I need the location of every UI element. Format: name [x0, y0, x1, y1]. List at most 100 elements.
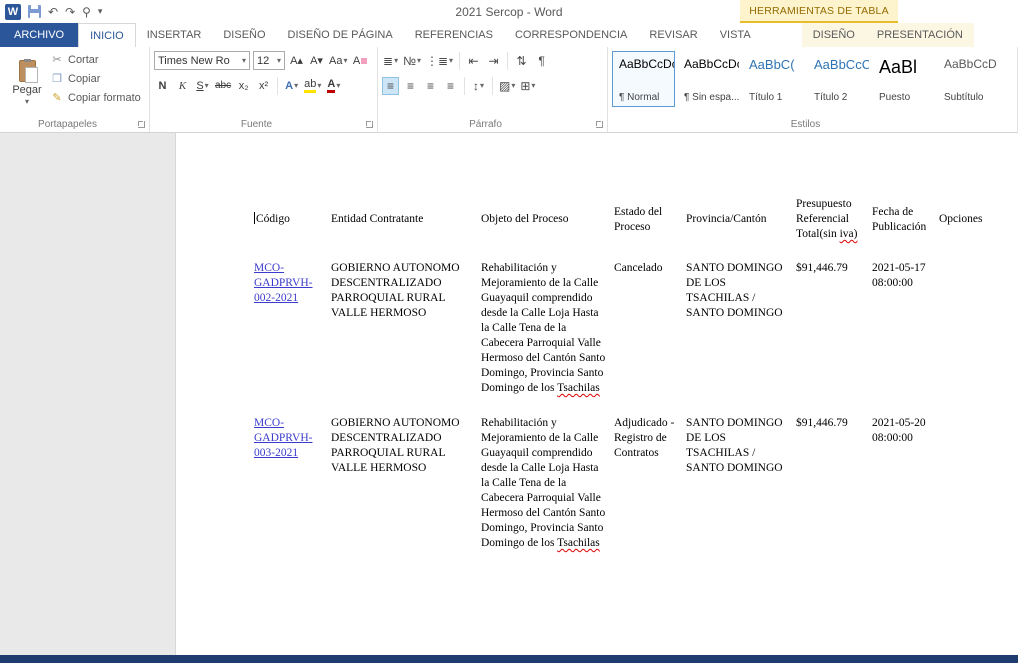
- bullets-button[interactable]: ≣▾: [382, 52, 399, 70]
- chevron-down-icon: ▾: [394, 57, 398, 65]
- text-effects-button[interactable]: A▾: [283, 77, 300, 95]
- entidad-cell: GOBIERNO AUTONOMO DESCENTRALIZADO PARROQ…: [331, 251, 481, 406]
- increase-indent-button[interactable]: ⇥: [485, 52, 502, 70]
- style-label: Título 2: [814, 92, 865, 103]
- tab-revisar[interactable]: REVISAR: [638, 23, 708, 47]
- bold-button[interactable]: N: [154, 77, 171, 95]
- underline-button[interactable]: S▾: [194, 77, 211, 95]
- fuente-dialog-launcher-icon[interactable]: [366, 121, 373, 128]
- codigo-link[interactable]: MCO-GADPRVH-002-2021: [254, 262, 313, 304]
- status-bar[interactable]: [0, 655, 1018, 663]
- ribbon: Pegar ▾ ✂ Cortar ❐ Copiar ✎ Copiar forma…: [0, 47, 1018, 133]
- clear-formatting-button[interactable]: A: [351, 52, 368, 70]
- tab-inicio[interactable]: INICIO: [78, 23, 136, 47]
- paste-dropdown-icon[interactable]: ▾: [25, 98, 29, 106]
- change-case-button[interactable]: Aa▾: [328, 52, 348, 70]
- style-puesto[interactable]: AaBl Puesto: [872, 51, 935, 107]
- style-normal[interactable]: AaBbCcDc ¶ Normal: [612, 51, 675, 107]
- estado-cell: Adjudicado - Registro de Contratos: [614, 406, 686, 561]
- style-label: Título 1: [749, 92, 800, 103]
- italic-icon: K: [179, 80, 186, 92]
- document-table-area: Código Entidad Contratante Objeto del Pr…: [254, 197, 991, 561]
- highlight-icon: ab: [304, 79, 316, 93]
- font-size-combobox[interactable]: 12 ▾: [253, 51, 285, 70]
- font-size-value: 12: [257, 55, 269, 67]
- borders-icon: ⊞: [520, 80, 530, 92]
- justify-icon: ≡: [447, 80, 454, 92]
- decrease-indent-button[interactable]: ⇤: [465, 52, 482, 70]
- group-parrafo: ≣▾ №▾ ⋮≣▾ ⇤ ⇥ ⇅ ¶ ≡ ≡ ≡ ≡ ↕▾ ▨▾ ⊞▾: [378, 47, 608, 132]
- chevron-down-icon: ▾: [417, 57, 421, 65]
- tab-insertar[interactable]: INSERTAR: [136, 23, 213, 47]
- tab-correspondencia[interactable]: CORRESPONDENCIA: [504, 23, 638, 47]
- multilevel-list-button[interactable]: ⋮≣▾: [425, 52, 454, 70]
- codigo-cell: MCO-GADPRVH-003-2021: [254, 406, 331, 561]
- word-logo-icon[interactable]: W: [5, 4, 21, 20]
- highlight-color-button[interactable]: ab▾: [303, 77, 322, 95]
- tab-diseno-de-pagina[interactable]: DISEÑO DE PÁGINA: [277, 23, 404, 47]
- sort-button[interactable]: ⇅: [513, 52, 530, 70]
- tab-diseno-tabla[interactable]: DISEÑO: [802, 23, 866, 47]
- undo-icon[interactable]: ↶: [48, 6, 58, 18]
- save-icon[interactable]: [28, 5, 41, 18]
- grow-font-button[interactable]: A▴: [288, 52, 305, 70]
- shading-button[interactable]: ▨▾: [498, 77, 516, 95]
- line-spacing-button[interactable]: ↕▾: [470, 77, 487, 95]
- style-titulo-2[interactable]: AaBbCcC Título 2: [807, 51, 870, 107]
- numbering-button[interactable]: №▾: [402, 52, 422, 70]
- show-paragraph-marks-button[interactable]: ¶: [533, 52, 550, 70]
- bold-icon: N: [159, 80, 167, 92]
- shrink-font-icon: A▾: [310, 54, 323, 67]
- format-painter-button[interactable]: ✎ Copiar formato: [50, 90, 141, 106]
- subscript-button[interactable]: x₂: [235, 77, 252, 95]
- justify-button[interactable]: ≡: [442, 77, 459, 95]
- tab-referencias[interactable]: REFERENCIAS: [404, 23, 504, 47]
- style-preview: AaBl: [879, 57, 930, 78]
- borders-button[interactable]: ⊞▾: [519, 77, 536, 95]
- increase-indent-icon: ⇥: [489, 55, 499, 67]
- pilcrow-icon: ¶: [538, 55, 544, 67]
- change-case-icon: Aa: [329, 55, 342, 67]
- chevron-down-icon: ▾: [242, 57, 246, 65]
- underline-icon: S: [196, 80, 203, 92]
- style-sin-espaciado[interactable]: AaBbCcDc ¶ Sin espa...: [677, 51, 740, 107]
- copy-label: Copiar: [68, 73, 100, 85]
- document-page[interactable]: Código Entidad Contratante Objeto del Pr…: [175, 133, 1018, 655]
- portapapeles-dialog-launcher-icon[interactable]: [138, 121, 145, 128]
- separator: [459, 52, 460, 70]
- align-center-button[interactable]: ≡: [402, 77, 419, 95]
- italic-button[interactable]: K: [174, 77, 191, 95]
- tab-diseno[interactable]: DISEÑO: [212, 23, 276, 47]
- tab-archivo[interactable]: ARCHIVO: [0, 23, 78, 47]
- font-color-button[interactable]: A▾: [325, 77, 342, 95]
- header-objeto: Objeto del Proceso: [481, 197, 614, 251]
- title-bar: W ↶ ↷ ⚲ ▾ 2021 Sercop - Word HERRAMIENTA…: [0, 0, 1018, 23]
- style-titulo-1[interactable]: AaBbC( Título 1: [742, 51, 805, 107]
- superscript-button[interactable]: x²: [255, 77, 272, 95]
- align-right-button[interactable]: ≡: [422, 77, 439, 95]
- header-fecha: Fecha de Publicación: [872, 197, 939, 251]
- redo-icon[interactable]: ↷: [65, 6, 75, 18]
- provincia-cell: SANTO DOMINGO DE LOS TSACHILAS / SANTO D…: [686, 251, 796, 406]
- chevron-down-icon: ▾: [511, 82, 515, 90]
- copy-button[interactable]: ❐ Copiar: [50, 71, 141, 87]
- qat-customize-icon[interactable]: ▾: [98, 7, 103, 16]
- subscript-icon: x₂: [239, 80, 249, 92]
- strikethrough-button[interactable]: abc: [214, 77, 232, 95]
- find-icon[interactable]: ⚲: [82, 6, 91, 18]
- codigo-link[interactable]: MCO-GADPRVH-003-2021: [254, 417, 313, 459]
- paste-button[interactable]: Pegar ▾: [4, 50, 50, 116]
- parrafo-dialog-launcher-icon[interactable]: [596, 121, 603, 128]
- shrink-font-button[interactable]: A▾: [308, 52, 325, 70]
- objeto-cell: Rehabilitación y Mejoramiento de la Call…: [481, 406, 614, 561]
- tab-presentacion-tabla[interactable]: PRESENTACIÓN: [866, 23, 974, 47]
- chevron-down-icon: ▾: [343, 57, 347, 65]
- align-left-button[interactable]: ≡: [382, 77, 399, 95]
- font-name-combobox[interactable]: Times New Ro ▾: [154, 51, 250, 70]
- tab-vista[interactable]: VISTA: [709, 23, 762, 47]
- cut-button[interactable]: ✂ Cortar: [50, 52, 141, 68]
- chevron-down-icon: ▾: [277, 57, 281, 65]
- style-subtitulo[interactable]: AaBbCcD Subtítulo: [937, 51, 1000, 107]
- header-estado: Estado del Proceso: [614, 197, 686, 251]
- separator: [507, 52, 508, 70]
